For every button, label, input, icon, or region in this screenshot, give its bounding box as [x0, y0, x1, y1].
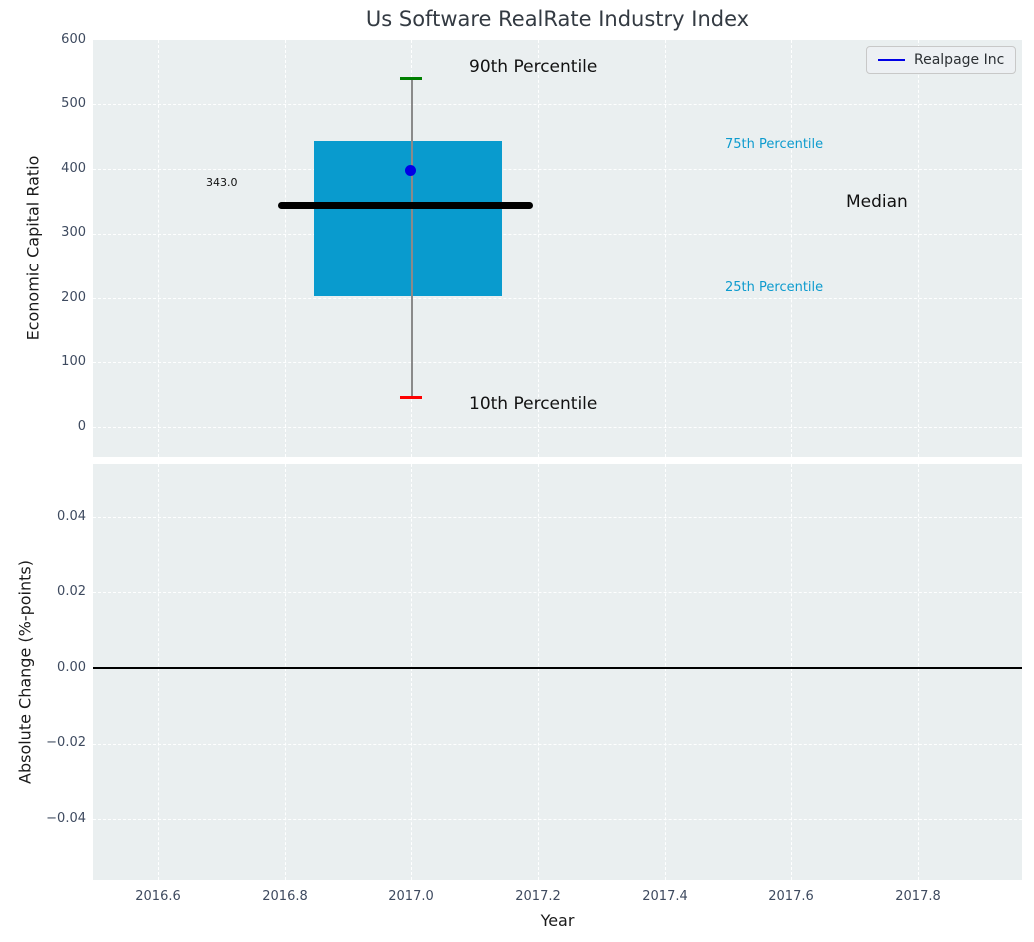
xtick: 2016.8 [262, 889, 308, 904]
gridline [791, 464, 792, 880]
gridline [93, 517, 1022, 518]
whisker-line [411, 80, 413, 398]
zero-baseline [93, 667, 1022, 669]
xtick: 2017.4 [642, 889, 688, 904]
gridline [538, 464, 539, 880]
top-y-axis-label: Economic Capital Ratio [23, 155, 43, 341]
gridline [93, 744, 1022, 745]
gridline [285, 464, 286, 880]
gridline [93, 362, 1022, 363]
legend-label: Realpage Inc [914, 52, 1005, 68]
legend: Realpage Inc [866, 46, 1017, 74]
xtick: 2017.2 [515, 889, 561, 904]
annotation-10th-percentile: 10th Percentile [469, 394, 598, 414]
gridline [158, 464, 159, 880]
ytick-top: 0 [77, 419, 86, 434]
gridline [93, 104, 1022, 105]
annotation-25th-percentile: 25th Percentile [725, 280, 824, 295]
chart-title: Us Software RealRate Industry Index [365, 7, 750, 31]
gridline [665, 464, 666, 880]
ytick-bottom: 0.04 [57, 509, 86, 524]
gridline [411, 464, 412, 880]
xtick: 2017.6 [768, 889, 814, 904]
legend-line-sample [878, 59, 905, 61]
annotation-90th-percentile: 90th Percentile [469, 57, 598, 77]
xtick: 2017.8 [895, 889, 941, 904]
xtick: 2017.0 [388, 889, 434, 904]
p90-cap [400, 77, 422, 80]
annotation-median-value: 343.0 [206, 176, 238, 189]
gridline [93, 427, 1022, 428]
top-plot-area: 90th Percentile 75th Percentile Median 3… [93, 40, 1022, 457]
gridline [93, 169, 1022, 170]
gridline [158, 40, 159, 457]
gridline [93, 298, 1022, 299]
median-line [278, 202, 533, 209]
gridline [918, 40, 919, 457]
gridline [93, 234, 1022, 235]
p10-cap [400, 396, 422, 399]
company-data-point [405, 165, 416, 176]
gridline [791, 40, 792, 457]
ytick-top: 600 [61, 32, 86, 47]
gridline [285, 40, 286, 457]
figure-canvas: Us Software RealRate Industry Index 90th… [0, 0, 1034, 942]
bottom-plot-area [93, 464, 1022, 880]
gridline [665, 40, 666, 457]
gridline [918, 464, 919, 880]
annotation-median: Median [846, 192, 908, 212]
gridline [93, 592, 1022, 593]
annotation-75th-percentile: 75th Percentile [725, 137, 824, 152]
xtick: 2016.6 [135, 889, 181, 904]
ytick-bottom: −0.04 [46, 811, 86, 826]
ytick-top: 100 [61, 354, 86, 369]
x-axis-label: Year [540, 911, 575, 930]
bottom-y-axis-label: Absolute Change (%-points) [15, 560, 35, 784]
gridline [93, 819, 1022, 820]
ytick-top: 500 [61, 96, 86, 111]
